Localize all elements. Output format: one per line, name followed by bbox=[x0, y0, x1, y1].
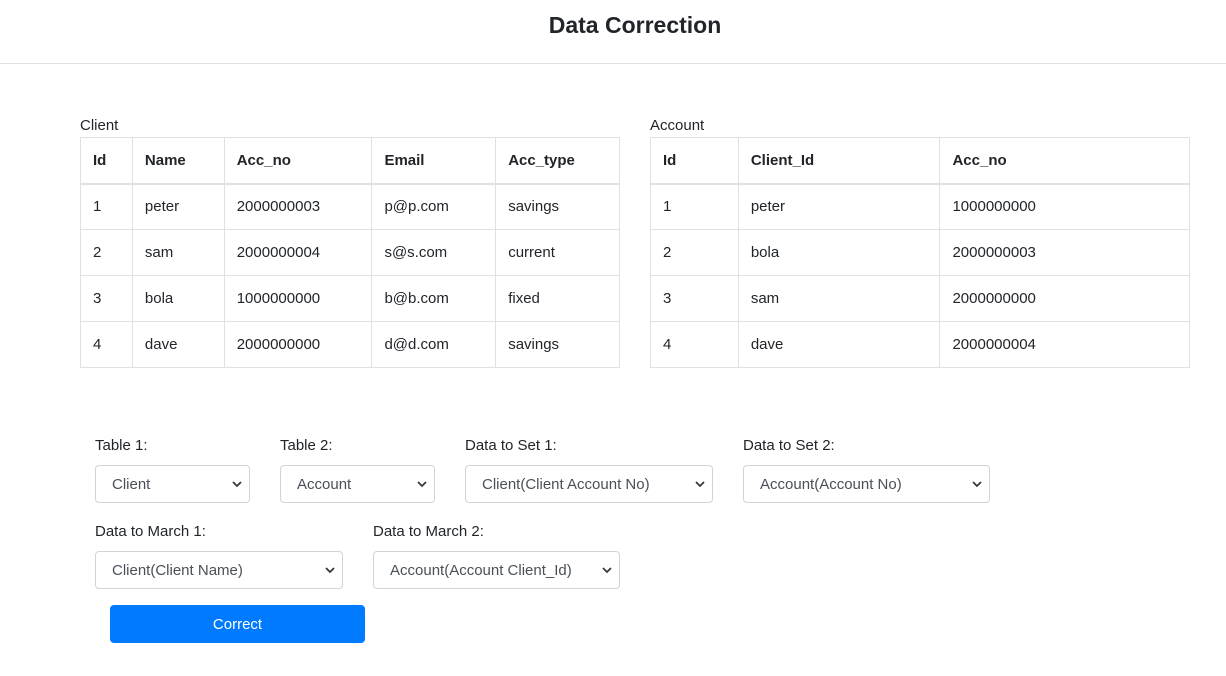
table-cell: sam bbox=[737, 275, 941, 322]
table-cell: p@p.com bbox=[371, 183, 497, 230]
chevron-down-icon bbox=[695, 481, 705, 488]
match2-select-value: Account(Account Client_Id) bbox=[390, 561, 572, 579]
table-cell: b@b.com bbox=[371, 275, 497, 322]
column-header: Id bbox=[80, 137, 133, 185]
chevron-down-icon bbox=[417, 481, 427, 488]
match2-label: Data to March 2: bbox=[373, 523, 484, 540]
table-cell: 1 bbox=[80, 183, 133, 230]
column-header: Acc_no bbox=[939, 137, 1190, 185]
match1-label: Data to March 1: bbox=[95, 523, 206, 540]
set1-select[interactable]: Client(Client Account No) bbox=[465, 465, 713, 503]
table-row: 4 dave 2000000004 bbox=[650, 321, 1190, 368]
correct-button[interactable]: Correct bbox=[110, 605, 365, 643]
column-header: Id bbox=[650, 137, 739, 185]
set1-label: Data to Set 1: bbox=[465, 437, 557, 454]
table-cell: 4 bbox=[80, 321, 133, 368]
column-header: Acc_no bbox=[223, 137, 373, 185]
client-table: Id Name Acc_no Email Acc_type 1 peter 20… bbox=[80, 137, 620, 368]
chevron-down-icon bbox=[602, 567, 612, 574]
table2-select-value: Account bbox=[297, 475, 352, 493]
table-row: 4 dave 2000000000 d@d.com savings bbox=[80, 321, 620, 368]
table-cell: s@s.com bbox=[371, 229, 497, 276]
table-cell: 4 bbox=[650, 321, 739, 368]
table-cell: peter bbox=[737, 183, 941, 230]
set2-label: Data to Set 2: bbox=[743, 437, 835, 454]
table-row: 2 bola 2000000003 bbox=[650, 229, 1190, 276]
table-cell: 2000000000 bbox=[223, 321, 373, 368]
chevron-down-icon bbox=[232, 481, 242, 488]
table-cell: 2000000004 bbox=[939, 321, 1190, 368]
table-row: 1 peter 1000000000 bbox=[650, 183, 1190, 230]
table-cell: 2000000003 bbox=[939, 229, 1190, 276]
table-cell: 2 bbox=[80, 229, 133, 276]
chevron-down-icon bbox=[972, 481, 982, 488]
column-header: Email bbox=[371, 137, 497, 185]
table-cell: 2000000003 bbox=[223, 183, 373, 230]
table-cell: 2000000000 bbox=[939, 275, 1190, 322]
table-cell: 3 bbox=[80, 275, 133, 322]
match1-select-value: Client(Client Name) bbox=[112, 561, 243, 579]
account-table-caption: Account bbox=[650, 117, 705, 134]
table-cell: savings bbox=[495, 321, 620, 368]
set2-select[interactable]: Account(Account No) bbox=[743, 465, 990, 503]
table-cell: dave bbox=[131, 321, 225, 368]
table-row: 1 peter 2000000003 p@p.com savings bbox=[80, 183, 620, 230]
page-title: Data Correction bbox=[548, 12, 722, 38]
table-cell: savings bbox=[495, 183, 620, 230]
table1-select-value: Client bbox=[112, 475, 151, 493]
match1-select[interactable]: Client(Client Name) bbox=[95, 551, 343, 589]
account-table: Id Client_Id Acc_no 1 peter 1000000000 2… bbox=[650, 137, 1190, 368]
table-cell: 2 bbox=[650, 229, 739, 276]
table-cell: current bbox=[495, 229, 620, 276]
table-row: 3 bola 1000000000 b@b.com fixed bbox=[80, 275, 620, 322]
client-table-header-row: Id Name Acc_no Email Acc_type bbox=[80, 137, 620, 185]
page-header: Data Correction bbox=[0, 0, 1226, 64]
table-cell: 1 bbox=[650, 183, 739, 230]
table-cell: bola bbox=[737, 229, 941, 276]
account-table-header-row: Id Client_Id Acc_no bbox=[650, 137, 1190, 185]
chevron-down-icon bbox=[325, 567, 335, 574]
match2-select[interactable]: Account(Account Client_Id) bbox=[373, 551, 620, 589]
table-cell: 2000000004 bbox=[223, 229, 373, 276]
set1-select-value: Client(Client Account No) bbox=[482, 475, 650, 493]
table-cell: d@d.com bbox=[371, 321, 497, 368]
table-row: 3 sam 2000000000 bbox=[650, 275, 1190, 322]
table2-select[interactable]: Account bbox=[280, 465, 435, 503]
column-header: Name bbox=[131, 137, 225, 185]
table-cell: bola bbox=[131, 275, 225, 322]
table-cell: sam bbox=[131, 229, 225, 276]
table-row: 2 sam 2000000004 s@s.com current bbox=[80, 229, 620, 276]
table-cell: dave bbox=[737, 321, 941, 368]
table-cell: 1000000000 bbox=[939, 183, 1190, 230]
table-cell: fixed bbox=[495, 275, 620, 322]
table1-label: Table 1: bbox=[95, 437, 148, 454]
table-cell: 1000000000 bbox=[223, 275, 373, 322]
client-table-caption: Client bbox=[80, 117, 119, 134]
table-cell: 3 bbox=[650, 275, 739, 322]
table-cell: peter bbox=[131, 183, 225, 230]
table1-select[interactable]: Client bbox=[95, 465, 250, 503]
column-header: Acc_type bbox=[495, 137, 620, 185]
table2-label: Table 2: bbox=[280, 437, 333, 454]
column-header: Client_Id bbox=[737, 137, 941, 185]
set2-select-value: Account(Account No) bbox=[760, 475, 902, 493]
